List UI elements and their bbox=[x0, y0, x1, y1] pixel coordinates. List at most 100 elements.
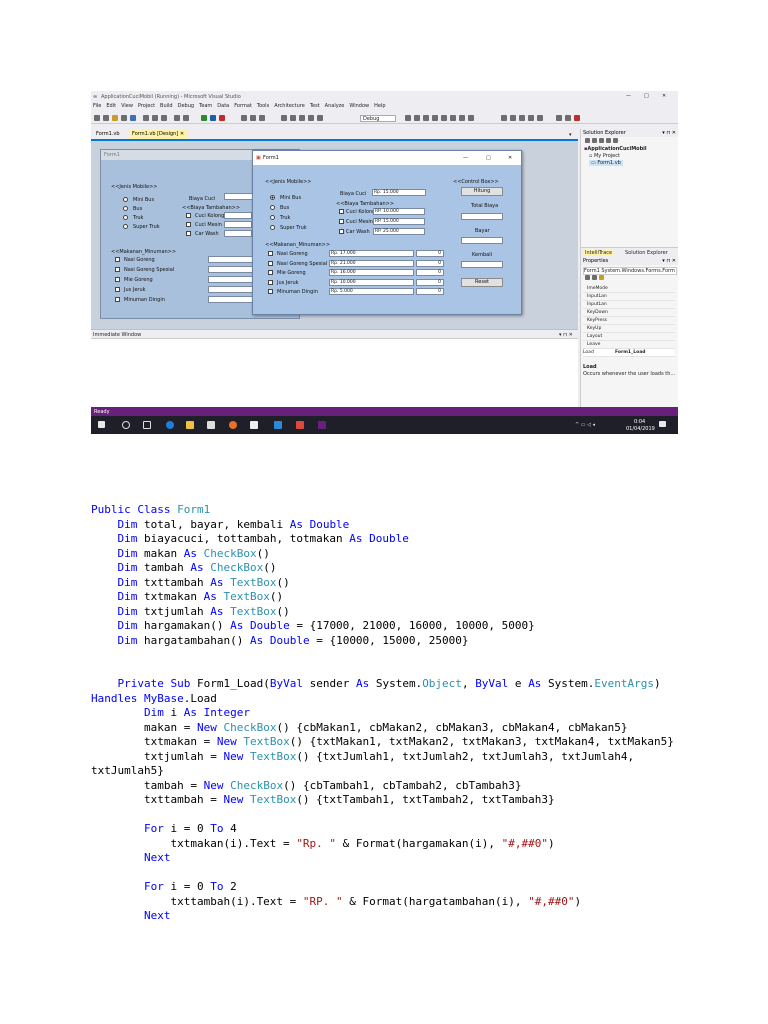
align-right-icon[interactable] bbox=[299, 115, 305, 121]
start-icon[interactable] bbox=[201, 115, 207, 121]
tree-item-form1[interactable]: ▭ Form1.vb bbox=[589, 160, 623, 166]
property-row[interactable]: InputLan bbox=[583, 293, 675, 301]
save-icon[interactable] bbox=[121, 115, 127, 121]
categorized-icon[interactable] bbox=[585, 275, 590, 280]
pause-icon[interactable] bbox=[210, 115, 216, 121]
step-icon[interactable] bbox=[241, 115, 247, 121]
windows-start-icon[interactable] bbox=[98, 421, 105, 428]
makanan-price-field[interactable]: Rp. 5.000 bbox=[329, 288, 414, 295]
open-folder-icon[interactable] bbox=[112, 115, 118, 121]
makanan-checkbox[interactable] bbox=[115, 267, 120, 272]
vehicle-radio[interactable] bbox=[123, 215, 128, 220]
cut-icon[interactable] bbox=[143, 115, 149, 121]
file-explorer-icon[interactable] bbox=[186, 421, 194, 429]
align-center-icon[interactable] bbox=[290, 115, 296, 121]
menu-item-view[interactable]: View bbox=[121, 103, 133, 109]
tree-item-my-project[interactable]: ▫ My Project bbox=[589, 153, 620, 159]
format-6-icon[interactable] bbox=[450, 115, 456, 121]
sync-icon[interactable] bbox=[592, 138, 597, 143]
store-icon[interactable] bbox=[207, 421, 215, 429]
vehicle-radio[interactable] bbox=[270, 225, 275, 230]
menu-item-analyze[interactable]: Analyze bbox=[325, 103, 345, 109]
makanan-checkbox[interactable] bbox=[268, 260, 273, 266]
tab-overflow-icon[interactable]: ▾ bbox=[569, 132, 572, 138]
tab-form1-vb[interactable]: Form1.vb bbox=[93, 130, 123, 139]
tab-solution-explorer[interactable]: Solution Explorer bbox=[625, 250, 668, 256]
tambahan-checkbox[interactable] bbox=[339, 229, 344, 234]
home-icon[interactable] bbox=[585, 138, 590, 143]
makanan-checkbox[interactable] bbox=[115, 287, 120, 292]
notification-icon[interactable] bbox=[659, 421, 666, 427]
tambahan-checkbox[interactable] bbox=[186, 213, 191, 218]
form-close-button[interactable]: ✕ bbox=[508, 155, 512, 161]
copy-icon[interactable] bbox=[152, 115, 158, 121]
menu-item-format[interactable]: Format bbox=[234, 103, 252, 109]
spacing-3-icon[interactable] bbox=[519, 115, 525, 121]
collapse-icon[interactable] bbox=[606, 138, 611, 143]
save-all-icon[interactable] bbox=[130, 115, 136, 121]
menu-item-debug[interactable]: Debug bbox=[178, 103, 194, 109]
property-row[interactable]: KeyUp bbox=[583, 325, 675, 333]
vehicle-radio[interactable] bbox=[270, 195, 275, 200]
menu-item-team[interactable]: Team bbox=[199, 103, 212, 109]
makanan-price-field[interactable]: Rp. 10.000 bbox=[329, 278, 414, 286]
format-3-icon[interactable] bbox=[423, 115, 429, 121]
kembali-field[interactable] bbox=[461, 261, 503, 268]
vehicle-radio[interactable] bbox=[123, 224, 128, 229]
vehicle-radio[interactable] bbox=[123, 206, 128, 211]
spacing-2-icon[interactable] bbox=[510, 115, 516, 121]
menu-item-test[interactable]: Test bbox=[310, 103, 320, 109]
form-minimize-button[interactable]: — bbox=[463, 155, 468, 161]
visual-studio-icon[interactable] bbox=[318, 421, 326, 429]
format-icon[interactable] bbox=[405, 115, 411, 121]
property-row-load[interactable]: Load Form1_Load bbox=[583, 349, 675, 357]
tambahan-price-field[interactable] bbox=[224, 230, 252, 237]
undo-icon[interactable] bbox=[174, 115, 180, 121]
tambahan-price-field[interactable]: RP. 15.000 bbox=[373, 218, 425, 225]
makanan-qty-field[interactable]: 0 bbox=[416, 278, 444, 286]
vehicle-radio[interactable] bbox=[270, 215, 275, 220]
menu-item-project[interactable]: Project bbox=[138, 103, 155, 109]
tree-item-project[interactable]: ▪ApplicationCuciMobil bbox=[584, 146, 647, 152]
hitung-button[interactable]: Hitung bbox=[461, 187, 503, 196]
menu-item-help[interactable]: Help bbox=[374, 103, 385, 109]
spacing-icon[interactable] bbox=[501, 115, 507, 121]
format-8-icon[interactable] bbox=[468, 115, 474, 121]
redo-icon[interactable] bbox=[183, 115, 189, 121]
panel-pin-icon[interactable]: ▾ ⊓ ✕ bbox=[662, 129, 676, 137]
config-dropdown[interactable]: Debug bbox=[360, 115, 396, 122]
app-icon[interactable] bbox=[274, 421, 282, 429]
close-button[interactable]: ✕ bbox=[662, 93, 666, 99]
tambahan-price-field[interactable] bbox=[224, 212, 252, 219]
property-row[interactable]: InputLan bbox=[583, 301, 675, 309]
open-icon[interactable] bbox=[103, 115, 109, 121]
form-maximize-button[interactable]: □ bbox=[486, 155, 491, 161]
menu-item-edit[interactable]: Edit bbox=[106, 103, 116, 109]
properties-pin-icon[interactable]: ▾ ⊓ ✕ bbox=[662, 257, 676, 265]
format-4-icon[interactable] bbox=[432, 115, 438, 121]
tambahan-checkbox[interactable] bbox=[339, 209, 344, 214]
bayar-field[interactable] bbox=[461, 237, 503, 244]
edge-icon[interactable] bbox=[166, 421, 174, 429]
makanan-qty-field[interactable]: 0 bbox=[416, 269, 444, 276]
menu-item-build[interactable]: Build bbox=[160, 103, 173, 109]
spacing-4-icon[interactable] bbox=[528, 115, 534, 121]
maximize-button[interactable]: □ bbox=[644, 93, 649, 99]
properties-icon[interactable] bbox=[613, 138, 618, 143]
stop-icon[interactable] bbox=[219, 115, 225, 121]
order-2-icon[interactable] bbox=[565, 115, 571, 121]
menu-item-window[interactable]: Window bbox=[349, 103, 369, 109]
alphabetical-icon[interactable] bbox=[592, 275, 597, 280]
makanan-qty-field[interactable]: 0 bbox=[416, 259, 444, 267]
total-biaya-field[interactable] bbox=[461, 213, 503, 220]
biaya-cuci-field[interactable]: Rp. 15.000 bbox=[372, 189, 426, 196]
tab-order-icon[interactable] bbox=[574, 115, 580, 121]
makanan-qty-field[interactable]: 0 bbox=[416, 250, 444, 257]
property-row[interactable]: KeyPress bbox=[583, 317, 675, 325]
search-icon[interactable] bbox=[122, 421, 130, 429]
format-7-icon[interactable] bbox=[459, 115, 465, 121]
menu-item-tools[interactable]: Tools bbox=[257, 103, 269, 109]
tambahan-price-field[interactable]: RP. 25.000 bbox=[373, 228, 425, 235]
order-icon[interactable] bbox=[556, 115, 562, 121]
menu-item-file[interactable]: File bbox=[93, 103, 101, 109]
